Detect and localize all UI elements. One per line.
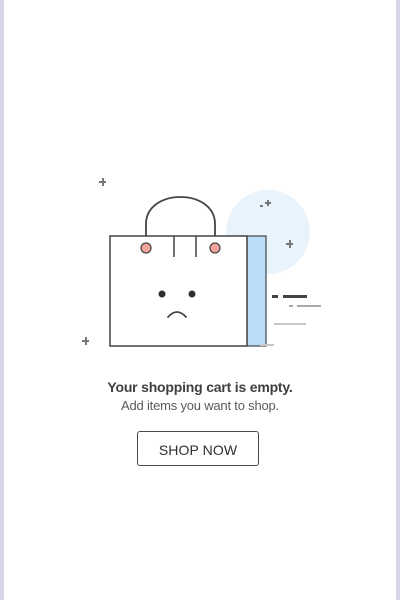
left-handle-ring-shape	[140, 242, 152, 254]
bag-side-shape	[246, 235, 267, 347]
shop-now-button[interactable]: SHOP NOW	[137, 431, 259, 466]
right-handle-ring-shape	[209, 242, 221, 254]
motion-lines-shape	[260, 295, 321, 346]
empty-cart-title: Your shopping cart is empty.	[107, 379, 293, 395]
empty-cart-screen: Your shopping cart is empty. Add items y…	[4, 0, 396, 600]
empty-cart-subtitle: Add items you want to shop.	[121, 398, 279, 413]
bag-body-shape	[109, 235, 248, 347]
empty-shopping-bag-icon	[82, 178, 321, 347]
left-eye-shape	[158, 290, 166, 298]
right-eye-shape	[188, 290, 196, 298]
